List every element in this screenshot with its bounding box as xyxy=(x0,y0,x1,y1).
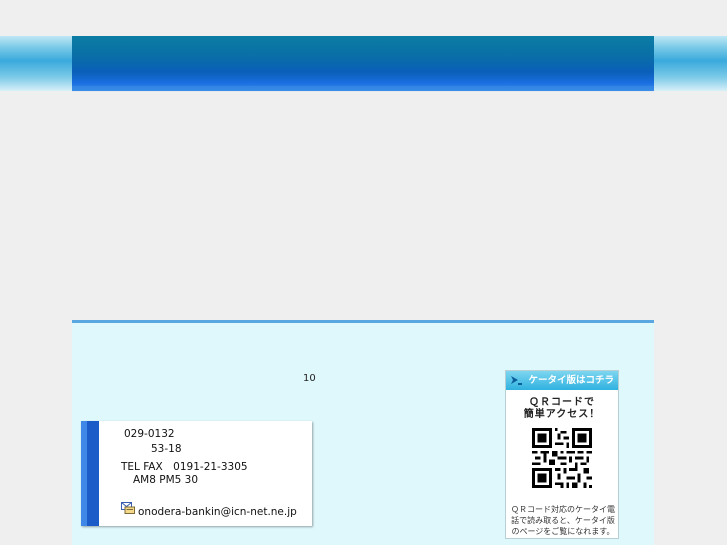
address-card-accent-bar xyxy=(81,421,99,526)
qr-title-line2: 簡単アクセス！ xyxy=(523,409,601,420)
qr-header-text: ケータイ版はコチラ xyxy=(528,375,614,386)
email-link[interactable]: onodera-bankin@icn-net.ne.jp xyxy=(138,506,297,518)
address-card: 029-0132 53-18 TEL FAX 0191-21-3305 AM8 … xyxy=(81,421,312,526)
header-banner xyxy=(72,36,654,91)
qr-header: ケータイ版はコチラ xyxy=(506,371,618,390)
postal-code: 029-0132 xyxy=(124,428,175,440)
qr-card[interactable]: ケータイ版はコチラ ＱＲコードで 簡単アクセス！ ＱＲコード対応のケータイ電話で… xyxy=(505,370,619,539)
mail-icon xyxy=(121,502,135,514)
footer-count-text: 10 xyxy=(303,373,316,384)
arrow-icon xyxy=(511,376,522,385)
qr-note: ＱＲコード対応のケータイ電話で読み取ると、ケータイ版のページをご覧になれます。 xyxy=(511,505,615,536)
qr-code-icon xyxy=(532,428,592,488)
phone-fax: TEL FAX 0191-21-3305 xyxy=(121,461,248,473)
street-number: 53-18 xyxy=(151,443,182,455)
header-banner-shadow xyxy=(72,86,654,92)
business-hours: AM8 PM5 30 xyxy=(133,474,199,486)
footer: 10 029-0132 53-18 TEL FAX 0191-21-3305 A… xyxy=(72,320,654,545)
